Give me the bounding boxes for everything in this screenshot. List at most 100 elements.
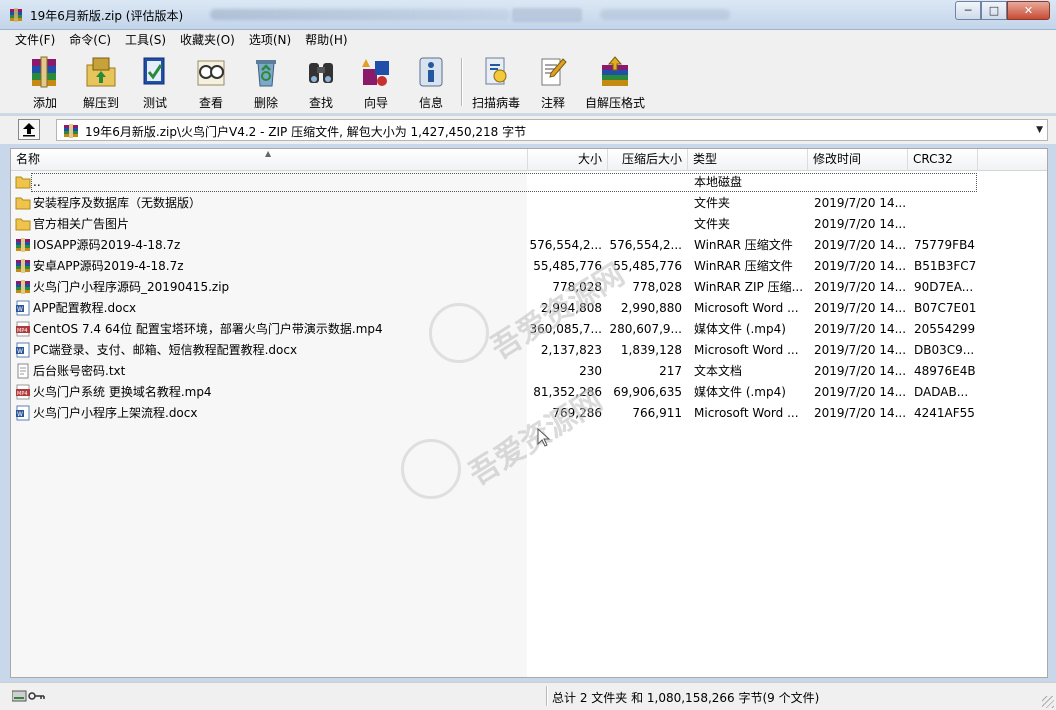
file-packed: 778,028 [632,280,682,294]
test-label: 测试 [142,96,167,110]
comment-label: 注释 [540,96,565,110]
file-row[interactable]: 官方相关广告图片 文件夹 2019/7/20 14... [11,214,1047,235]
file-crc [914,193,980,214]
file-crc: B07C7E01 [914,301,977,315]
file-modified: 2019/7/20 14... [814,385,906,399]
info-button[interactable]: 信息 [404,52,458,112]
watermark-logo [429,303,489,363]
file-packed: 280,607,9... [609,322,682,336]
virus-scan-button[interactable]: 扫描病毒 [469,52,523,112]
drive-key-icon[interactable] [12,690,46,702]
comment-button[interactable]: 注释 [526,52,580,112]
file-row[interactable]: IOSAPP源码2019-4-18.7z 576,554,2... 576,554,… [11,235,1047,256]
winrar-file-icon [15,237,31,253]
file-type: Microsoft Word ... [694,301,799,315]
text-file-icon [15,363,31,379]
mouse-cursor-icon [537,428,551,447]
window-controls: ─ □ ✕ [955,1,1050,20]
extract-to-button[interactable]: 解压到 [74,52,128,112]
menu-favorites[interactable]: 收藏夹(O) [173,30,242,50]
view-glasses-icon [197,60,225,86]
file-crc: 48976E4B [914,364,976,378]
file-crc: B51B3FC7 [914,259,977,273]
file-row[interactable]: 火鸟门户小程序源码_20190415.zip 778,028 778,028 WinR… [11,277,1047,298]
find-button[interactable]: 查找 [294,52,348,112]
column-crc[interactable]: CRC32 [908,149,978,171]
file-modified: 2019/7/20 14... [814,301,906,315]
file-packed [608,214,682,235]
delete-button[interactable]: 删除 [239,52,293,112]
add-button[interactable]: 添加 [18,52,72,112]
svg-text:W: W [17,348,23,355]
menu-help[interactable]: 帮助(H) [298,30,354,50]
file-row[interactable]: .. 本地磁盘 [11,172,1047,193]
file-modified: 2019/7/20 14... [814,280,906,294]
file-packed: 1,839,128 [620,343,682,357]
file-row[interactable]: 后台账号密码.txt 230 217 文本文档 2019/7/20 14... 48976… [11,361,1047,382]
file-packed: 55,485,776 [613,259,682,273]
sfx-button[interactable]: 自解压格式 [585,52,645,112]
menu-options[interactable]: 选项(N) [242,30,298,50]
winrar-file-icon [15,258,31,274]
menu-commands[interactable]: 命令(C) [62,30,118,50]
mp4-video-icon: MP4 [15,321,31,337]
file-crc [914,214,980,235]
file-row[interactable]: W APP配置教程.docx 2,994,808 2,990,880 Microsoft… [11,298,1047,319]
find-label: 查找 [308,96,333,110]
column-size[interactable]: 大小 [528,149,608,171]
word-doc-icon: W [15,405,31,421]
file-row[interactable]: 安卓APP源码2019-4-18.7z 55,485,776 55,485,776 W… [11,256,1047,277]
view-button[interactable]: 查看 [184,52,238,112]
column-packed[interactable]: 压缩后大小 [608,149,688,171]
extract-folder-icon [86,57,116,87]
file-type: WinRAR 压缩文件 [694,238,793,252]
file-row[interactable]: MP4 CentOS 7.4 64位 配置宝塔环境，部署火鸟门户带演示数据.mp4… [11,319,1047,340]
file-crc: DB03C9... [914,343,975,357]
file-type: 本地磁盘 [694,175,743,189]
toolbar-separator [461,58,463,106]
file-row[interactable]: 安装程序及数据库（无数据版） 文件夹 2019/7/20 14... [11,193,1047,214]
file-row[interactable]: W 火鸟门户小程序上架流程.docx 769,286 766,911 Microsoft… [11,403,1047,424]
file-row[interactable]: MP4 火鸟门户系统 更换域名教程.mp4 81,352,286 69,906,635… [11,382,1047,403]
blurred-title-area [600,9,730,20]
file-type: Microsoft Word ... [694,406,799,420]
file-crc: 20554299 [914,322,976,336]
column-modified[interactable]: 修改时间 [808,149,908,171]
file-modified: 2019/7/20 14... [814,259,906,273]
file-packed [608,172,682,193]
file-crc: DADAB... [914,385,969,399]
address-path: 19年6月新版.zip\火鸟门户V4.2 - ZIP 压缩文件, 解包大小为 1… [85,125,527,139]
menu-tools[interactable]: 工具(S) [118,30,173,50]
wizard-label: 向导 [363,96,388,110]
file-size [528,193,602,214]
sfx-label: 自解压格式 [584,96,645,110]
delete-recycle-icon [256,60,276,87]
comment-pencil-icon [541,58,567,86]
close-button[interactable]: ✕ [1007,1,1050,20]
file-modified [814,172,906,193]
status-divider [546,686,548,706]
maximize-button[interactable]: □ [981,1,1007,20]
menu-bar: 文件(F) 命令(C) 工具(S) 收藏夹(O) 选项(N) 帮助(H) [0,30,1056,50]
up-arrow-icon [23,123,35,137]
dropdown-arrow-icon[interactable]: ▼ [1036,125,1043,135]
minimize-button[interactable]: ─ [955,1,981,20]
wizard-button[interactable]: 向导 [349,52,403,112]
file-row[interactable]: W PC端登录、支付、邮箱、短信教程配置教程.docx 2,137,823 1,839… [11,340,1047,361]
address-field[interactable]: 19年6月新版.zip\火鸟门户V4.2 - ZIP 压缩文件, 解包大小为 1… [56,119,1048,141]
menu-file[interactable]: 文件(F) [8,30,62,50]
extract-to-label: 解压到 [82,96,119,110]
column-type[interactable]: 类型 [688,149,808,171]
test-button[interactable]: 测试 [128,52,182,112]
file-size: 55,485,776 [533,259,602,273]
view-label: 查看 [198,96,223,110]
file-crc: 90D7EA... [914,280,974,294]
up-folder-button[interactable] [18,119,40,140]
file-size: 769,286 [552,406,602,420]
file-packed: 576,554,2... [609,238,682,252]
info-label: 信息 [418,96,443,110]
resize-grip[interactable] [1042,696,1054,708]
folder-icon [15,216,31,232]
file-size: 360,085,7... [529,322,602,336]
file-crc: 4241AF55 [914,406,975,420]
